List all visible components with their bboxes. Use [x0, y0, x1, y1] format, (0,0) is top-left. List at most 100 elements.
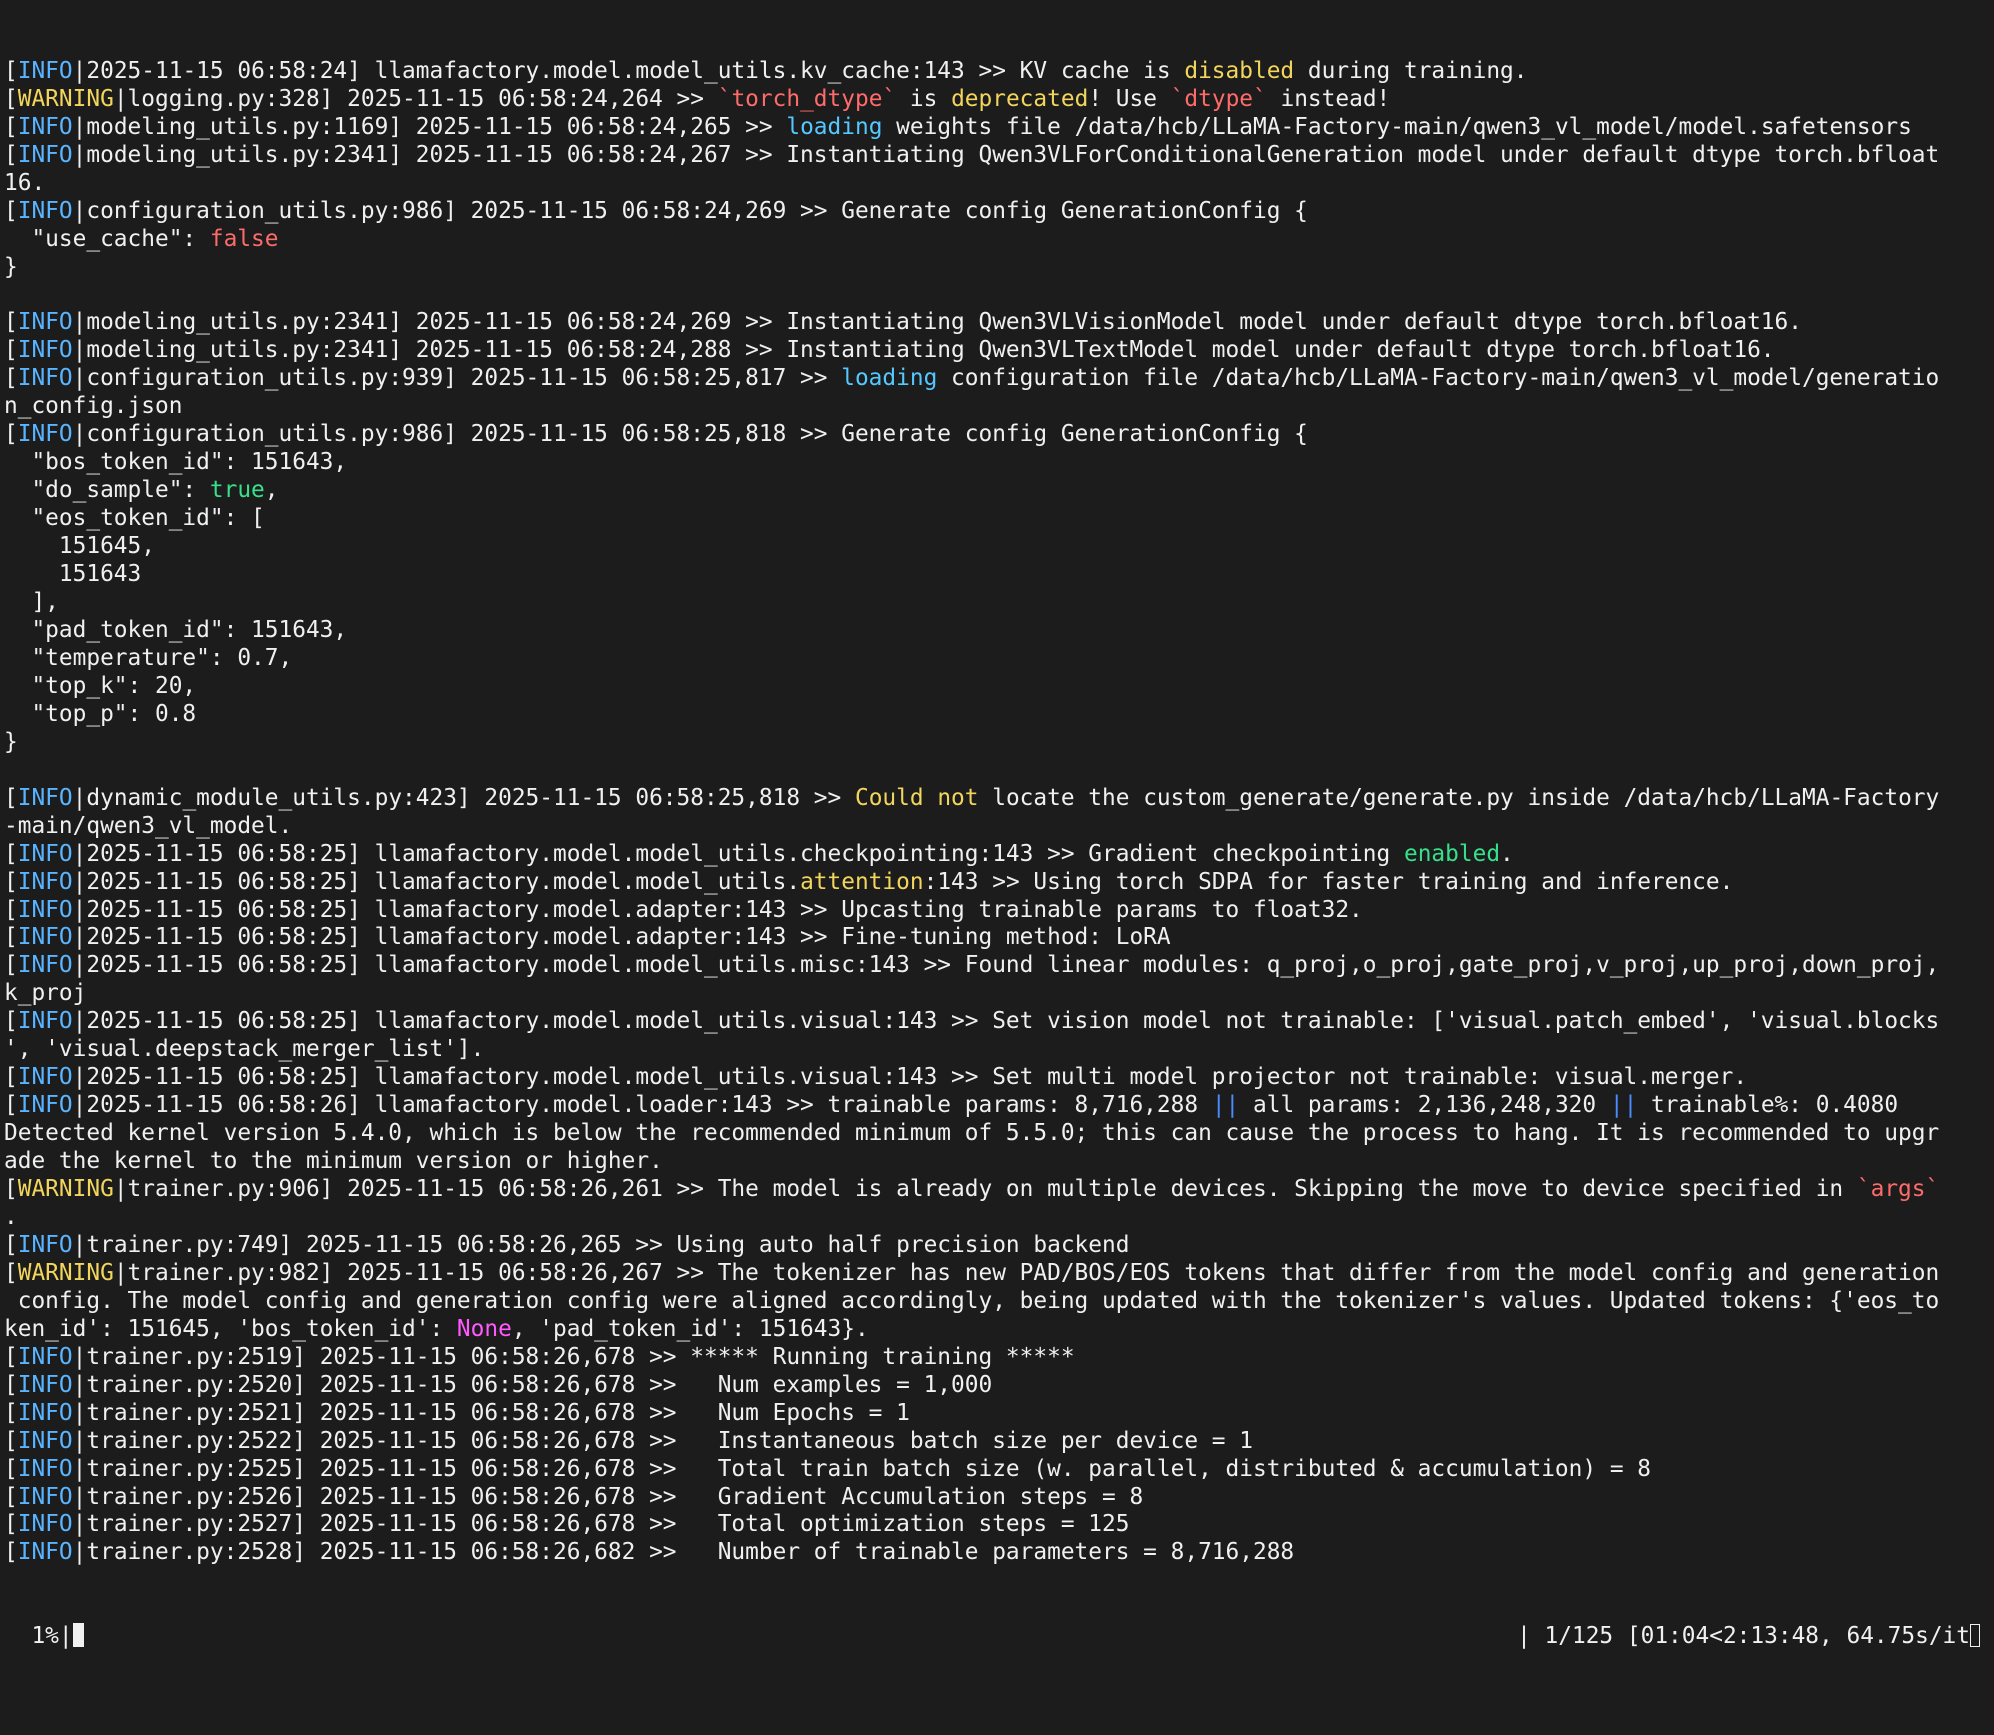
log-line: -main/qwen3_vl_model.: [4, 813, 1990, 841]
log-text: [: [4, 840, 18, 867]
log-text: "top_p": 0.8: [4, 700, 197, 727]
log-line: 151643: [4, 561, 1990, 589]
log-highlight: ||: [1211, 1092, 1240, 1119]
log-line: [INFO|modeling_utils.py:2341] 2025-11-15…: [4, 337, 1990, 365]
log-line: .: [4, 1204, 1990, 1232]
log-text: |2025-11-15 06:58:26] llamafactory.model…: [72, 1092, 1212, 1119]
log-text: [: [4, 952, 18, 979]
log-text: "bos_token_id": 151643,: [4, 449, 348, 476]
log-text: |trainer.py:749] 2025-11-15 06:58:26,265…: [72, 1231, 1130, 1258]
log-line: "bos_token_id": 151643,: [4, 449, 1990, 477]
log-text: [: [4, 1483, 18, 1510]
log-text: [: [4, 1064, 18, 1091]
log-highlight: disabled: [1184, 57, 1295, 84]
progress-status: | 1/125 [01:04<2:13:48, 64.75s/it: [1517, 1623, 1980, 1651]
log-level-info: INFO: [17, 868, 73, 895]
log-highlight: None: [456, 1315, 512, 1342]
log-text: [: [4, 784, 18, 811]
log-level-info: INFO: [17, 1231, 73, 1258]
log-text: |dynamic_module_utils.py:423] 2025-11-15…: [72, 784, 855, 811]
log-text: .: [4, 1203, 18, 1230]
log-text: "eos_token_id": [: [4, 505, 265, 532]
terminal-window[interactable]: [INFO|2025-11-15 06:58:24] llamafactory.…: [0, 0, 1994, 1649]
log-text: |2025-11-15 06:58:25] llamafactory.model…: [72, 924, 1171, 951]
log-highlight: false: [209, 225, 279, 252]
log-line: [INFO|2025-11-15 06:58:25] llamafactory.…: [4, 897, 1990, 925]
log-line: [INFO|2025-11-15 06:58:25] llamafactory.…: [4, 869, 1990, 897]
log-text: "temperature": 0.7,: [4, 644, 293, 671]
log-level-warning: WARNING: [17, 85, 114, 112]
log-text: [: [4, 1092, 18, 1119]
log-text: [: [4, 1399, 18, 1426]
log-line: ],: [4, 589, 1990, 617]
log-text: [: [4, 197, 18, 224]
log-text: |trainer.py:2520] 2025-11-15 06:58:26,67…: [72, 1371, 993, 1398]
log-line: [INFO|2025-11-15 06:58:26] llamafactory.…: [4, 1092, 1990, 1120]
log-level-info: INFO: [17, 1483, 73, 1510]
log-level-info: INFO: [17, 1371, 73, 1398]
log-highlight: enabled: [1403, 840, 1501, 867]
log-text: |2025-11-15 06:58:25] llamafactory.model…: [72, 952, 1940, 979]
log-highlight: ||: [1609, 1092, 1638, 1119]
terminal-cursor: [1970, 1624, 1980, 1648]
log-level-info: INFO: [17, 1427, 73, 1454]
terminal-output: [INFO|2025-11-15 06:58:24] llamafactory.…: [4, 58, 1990, 1567]
log-level-info: INFO: [17, 1539, 73, 1566]
log-line: "pad_token_id": 151643,: [4, 617, 1990, 645]
log-text: all params: 2,136,248,320: [1239, 1092, 1610, 1119]
log-text: |2025-11-15 06:58:25] llamafactory.model…: [72, 1064, 1748, 1091]
log-highlight: loading: [841, 365, 938, 392]
log-text: 151643: [4, 561, 142, 588]
log-line: [INFO|trainer.py:2528] 2025-11-15 06:58:…: [4, 1539, 1990, 1567]
log-text: |configuration_utils.py:939] 2025-11-15 …: [72, 365, 842, 392]
log-text: "use_cache":: [4, 225, 210, 252]
log-highlight: true: [209, 477, 265, 504]
log-level-info: INFO: [17, 784, 73, 811]
log-text: -main/qwen3_vl_model.: [4, 812, 293, 839]
training-progress-bar: 1%| | 1/125 [01:04<2:13:48, 64.75s/it: [4, 1623, 1990, 1651]
log-line: [INFO|2025-11-15 06:58:25] llamafactory.…: [4, 952, 1990, 980]
log-line: 151645,: [4, 533, 1990, 561]
log-line: [INFO|trainer.py:2520] 2025-11-15 06:58:…: [4, 1372, 1990, 1400]
log-highlight: attention: [800, 868, 924, 895]
log-line: [INFO|dynamic_module_utils.py:423] 2025-…: [4, 785, 1990, 813]
log-text: |logging.py:328] 2025-11-15 06:58:24,264…: [113, 85, 718, 112]
log-level-info: INFO: [17, 141, 73, 168]
log-line: }: [4, 729, 1990, 757]
log-highlight: `dtype`: [1170, 85, 1267, 112]
log-text: |2025-11-15 06:58:25] llamafactory.model…: [72, 1008, 1940, 1035]
log-line: [WARNING|trainer.py:982] 2025-11-15 06:5…: [4, 1260, 1990, 1288]
log-text: |trainer.py:2526] 2025-11-15 06:58:26,67…: [72, 1483, 1144, 1510]
log-text: |trainer.py:2525] 2025-11-15 06:58:26,67…: [72, 1455, 1652, 1482]
log-level-info: INFO: [17, 952, 73, 979]
log-text: [: [4, 896, 18, 923]
log-level-warning: WARNING: [17, 1259, 114, 1286]
log-level-info: INFO: [17, 1343, 73, 1370]
log-level-info: INFO: [17, 113, 73, 140]
log-text: [: [4, 1176, 18, 1203]
log-text: [: [4, 1539, 18, 1566]
log-level-info: INFO: [17, 197, 73, 224]
log-text: ,: [264, 477, 279, 504]
log-text: |modeling_utils.py:2341] 2025-11-15 06:5…: [72, 337, 1775, 364]
log-text: |trainer.py:982] 2025-11-15 06:58:26,267…: [113, 1259, 1940, 1286]
log-level-info: INFO: [17, 924, 73, 951]
log-text: is: [896, 85, 952, 112]
log-level-info: INFO: [17, 337, 73, 364]
log-text: "do_sample":: [4, 477, 210, 504]
log-line: [INFO|2025-11-15 06:58:25] llamafactory.…: [4, 841, 1990, 869]
log-line: [INFO|modeling_utils.py:2341] 2025-11-15…: [4, 142, 1990, 170]
log-line: [INFO|2025-11-15 06:58:25] llamafactory.…: [4, 924, 1990, 952]
log-text: [: [4, 1455, 18, 1482]
log-line: [INFO|configuration_utils.py:986] 2025-1…: [4, 421, 1990, 449]
log-line: [INFO|configuration_utils.py:939] 2025-1…: [4, 365, 1990, 393]
log-line: [INFO|2025-11-15 06:58:25] llamafactory.…: [4, 1064, 1990, 1092]
log-text: |configuration_utils.py:986] 2025-11-15 …: [72, 197, 1308, 224]
log-text: ! Use: [1088, 85, 1171, 112]
log-text: Detected kernel version 5.4.0, which is …: [4, 1120, 1940, 1147]
log-level-info: INFO: [17, 365, 73, 392]
log-text: [: [4, 924, 18, 951]
log-line: [INFO|modeling_utils.py:1169] 2025-11-15…: [4, 114, 1990, 142]
log-text: ade the kernel to the minimum version or…: [4, 1148, 663, 1175]
log-line: "temperature": 0.7,: [4, 645, 1990, 673]
